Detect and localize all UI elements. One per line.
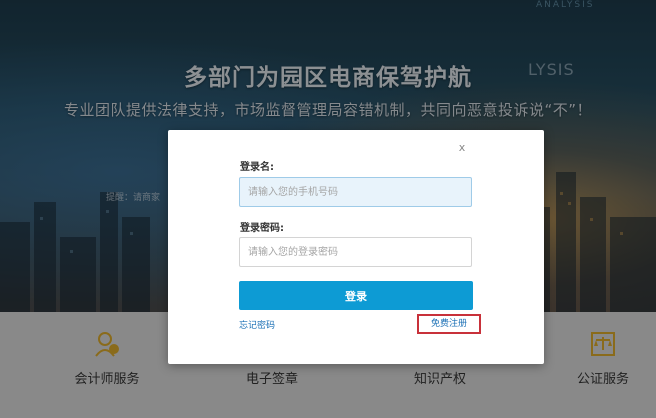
password-input[interactable]: [239, 237, 472, 267]
password-label: 登录密码:: [240, 223, 284, 234]
login-button[interactable]: 登录: [239, 281, 473, 310]
forgot-password-link[interactable]: 忘记密码: [239, 318, 275, 331]
free-register-link[interactable]: 免费注册: [417, 314, 481, 334]
username-label: 登录名:: [240, 162, 274, 173]
close-icon[interactable]: x: [456, 142, 468, 154]
login-dialog: x 登录名: 登录密码: 登录 忘记密码 免费注册: [168, 130, 544, 364]
username-input[interactable]: [239, 177, 472, 207]
